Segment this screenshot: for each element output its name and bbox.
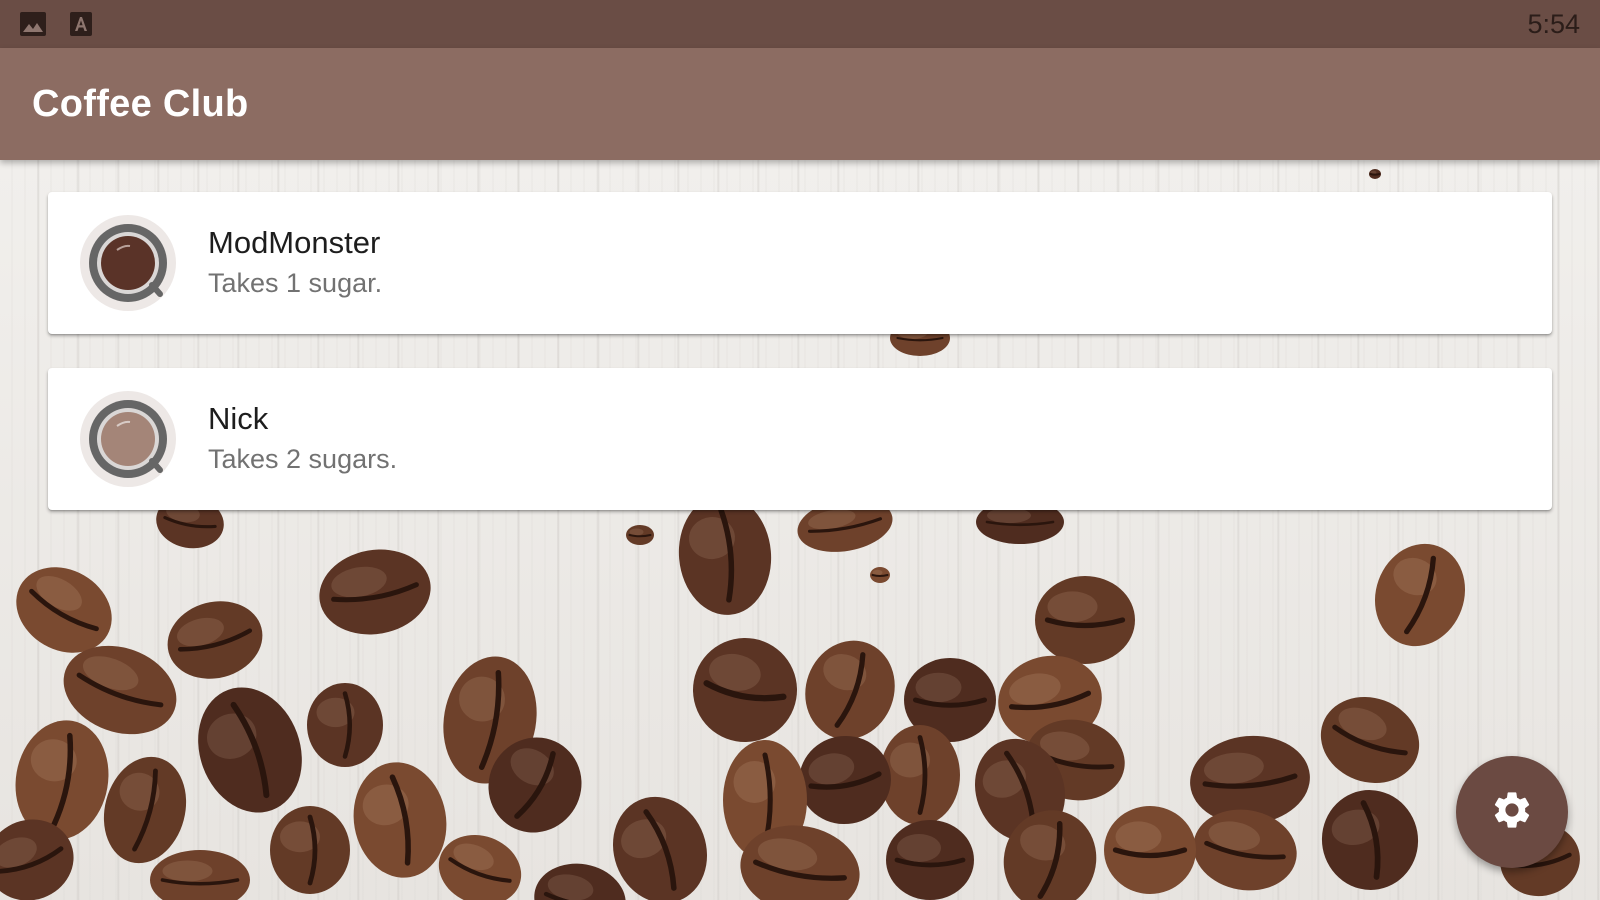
image-icon — [20, 11, 46, 37]
status-bar: 5:54 — [0, 0, 1600, 48]
drinker-card-nick[interactable]: Nick Takes 2 sugars. — [48, 368, 1552, 510]
drinker-sugar-detail: Takes 2 sugars. — [208, 444, 398, 474]
coffee-bean — [198, 687, 302, 813]
coffee-bean — [805, 640, 895, 740]
coffee-bean — [1035, 576, 1135, 664]
coffee-bean — [886, 820, 974, 900]
coffee-bean — [167, 601, 263, 679]
coffee-bean — [1374, 543, 1466, 647]
status-time: 5:54 — [1527, 8, 1580, 39]
coffee-bean — [319, 549, 431, 635]
coffee-cup-icon — [80, 215, 176, 311]
coffee-bean — [880, 725, 960, 825]
app-title: Coffee Club — [32, 82, 249, 125]
font-a-icon — [68, 11, 94, 37]
drinker-name: Nick — [208, 401, 269, 436]
drinker-card-modmonster[interactable]: ModMonster Takes 1 sugar. — [48, 192, 1552, 334]
coffee-bean — [1193, 809, 1297, 891]
coffee-bean — [693, 638, 797, 742]
app-bar: Coffee Club — [0, 48, 1600, 160]
coffee-cup-icon — [80, 391, 176, 487]
coffee-bean — [1321, 790, 1419, 890]
coffee-bean — [150, 850, 250, 900]
coffee-bean — [1369, 169, 1381, 179]
drinker-sugar-detail: Takes 1 sugar. — [208, 268, 383, 298]
coffee-bean — [626, 525, 654, 545]
coffee-bean — [799, 735, 891, 825]
coffee-bean — [870, 567, 890, 583]
coffee-bean — [270, 806, 350, 894]
settings-button[interactable] — [1456, 756, 1568, 868]
coffee-bean — [353, 762, 447, 878]
coffee-bean — [1104, 806, 1196, 894]
coffee-bean — [678, 495, 772, 615]
drinker-name: ModMonster — [208, 225, 381, 260]
gear-icon — [1490, 788, 1534, 837]
coffee-bean — [1320, 696, 1420, 784]
coffee-bean — [307, 683, 383, 767]
